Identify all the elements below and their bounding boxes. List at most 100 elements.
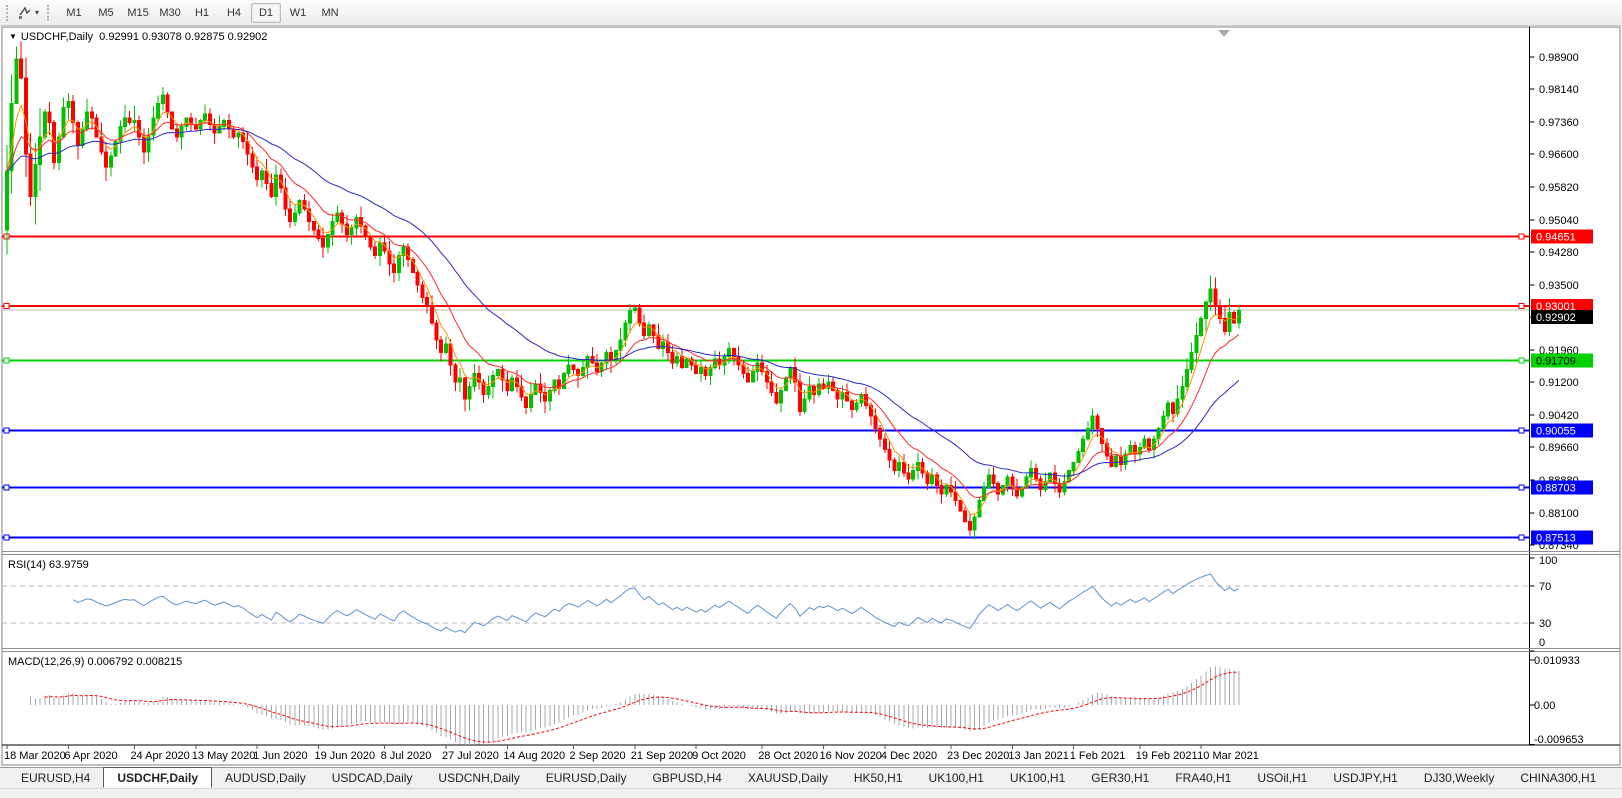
chart-canvas[interactable]: 0.989000.981400.973600.966000.958200.950… [0, 26, 1622, 767]
date-axis-label: 9 Oct 2020 [692, 750, 746, 762]
timeframe-button-m5[interactable]: M5 [91, 3, 121, 23]
timeframe-group: M1M5M15M30H1H4D1W1MN [58, 3, 346, 23]
chart-tab-uk100-h1[interactable]: UK100,H1 [916, 769, 997, 788]
current-price-callout[interactable]: 0.92902 [1531, 310, 1593, 324]
macd-axis-label: 0.00 [1534, 700, 1555, 712]
date-axis-label: 10 Mar 2021 [1197, 750, 1259, 762]
chart-tab-china300-h1[interactable]: CHINA300,H1 [1507, 769, 1609, 788]
candlestick-series [6, 42, 1241, 540]
date-axis-label: 27 Jul 2020 [442, 750, 499, 762]
price-axis-label: 0.94280 [1539, 247, 1579, 259]
chart-shift-marker-icon[interactable] [1218, 30, 1230, 37]
price-high: 0.93078 [142, 31, 182, 43]
horizontal-level-lines [2, 234, 1529, 540]
line-handle[interactable] [4, 535, 9, 540]
chart-tab-usoil-h1[interactable]: USOil,H1 [1244, 769, 1320, 788]
collapse-icon[interactable]: ▼ [9, 32, 17, 41]
date-axis-label: 19 Feb 2021 [1136, 750, 1198, 762]
date-axis-label: 13 Jan 2021 [1008, 750, 1069, 762]
price-axis-label: 0.90420 [1539, 410, 1579, 422]
line-handle[interactable] [4, 428, 9, 433]
svg-text:0.91709: 0.91709 [1536, 356, 1576, 368]
timeframe-button-m15[interactable]: M15 [123, 3, 153, 23]
chart-ohlc-title: ▼USDCHF,Daily 0.92991 0.93078 0.92875 0.… [9, 31, 267, 43]
status-strip [0, 788, 1622, 798]
timeframe-button-m30[interactable]: M30 [155, 3, 185, 23]
svg-text:0.94651: 0.94651 [1536, 231, 1576, 243]
chart-tab-gbpusd-h4[interactable]: GBPUSD,H4 [639, 769, 734, 788]
date-axis-label: 18 Mar 2020 [4, 750, 66, 762]
toolbar: ▾ M1M5M15M30H1H4D1W1MN [0, 0, 1622, 26]
chart-tab-hk50-h1[interactable]: HK50,H1 [841, 769, 916, 788]
rsi-indicator-label: RSI(14) 63.9759 [8, 559, 89, 571]
date-axis-label: 19 Jun 2020 [315, 750, 376, 762]
price-level-callout[interactable]: 0.90055 [1531, 423, 1593, 437]
chart-tab-xauusd-daily[interactable]: XAUUSD,Daily [735, 769, 841, 788]
toolbar-grip[interactable] [6, 5, 11, 21]
ma-slow-line [7, 129, 1239, 476]
price-axis-label: 0.97360 [1539, 117, 1579, 129]
price-close: 0.92902 [228, 31, 268, 43]
date-axis[interactable]: 18 Mar 20206 Apr 202024 Apr 202013 May 2… [4, 745, 1259, 762]
date-axis-label: 4 Dec 2020 [881, 750, 937, 762]
line-handle[interactable] [1519, 304, 1524, 309]
line-handle[interactable] [4, 485, 9, 490]
chart-tab-usdjpy-h1[interactable]: USDJPY,H1 [1320, 769, 1410, 788]
dropdown-arrow-icon[interactable]: ▾ [35, 8, 39, 17]
rsi-axis-label: 30 [1539, 618, 1551, 630]
timeframe-button-m1[interactable]: M1 [59, 3, 89, 23]
price-axis-label: 0.91200 [1539, 377, 1579, 389]
price-level-callout[interactable]: 0.88703 [1531, 480, 1593, 494]
svg-text:0.88703: 0.88703 [1536, 482, 1576, 494]
chart-tab-uk100-h1[interactable]: UK100,H1 [997, 769, 1078, 788]
line-handle[interactable] [1519, 535, 1524, 540]
chart-tab-usoil[interactable]: USOil [1609, 769, 1622, 788]
price-open: 0.92991 [99, 31, 139, 43]
chart-tab-bar: EURUSD,H4USDCHF,DailyAUDUSD,DailyUSDCAD,… [0, 767, 1622, 788]
date-axis-label: 28 Oct 2020 [758, 750, 818, 762]
price-level-callout[interactable]: 0.91709 [1531, 354, 1593, 368]
price-level-callout[interactable]: 0.94651 [1531, 229, 1593, 243]
timeframe-button-w1[interactable]: W1 [283, 3, 313, 23]
timeframe-button-d1[interactable]: D1 [251, 3, 281, 23]
chart-tab-usdcnh-daily[interactable]: USDCNH,Daily [425, 769, 532, 788]
toolbar-grip-2[interactable] [47, 5, 52, 21]
macd-axis-label: 0.010933 [1534, 655, 1580, 667]
price-axis-label: 0.98140 [1539, 84, 1579, 96]
date-axis-label: 24 Apr 2020 [130, 750, 189, 762]
line-handle[interactable] [1519, 428, 1524, 433]
line-handle[interactable] [1519, 485, 1524, 490]
line-handle[interactable] [4, 358, 9, 363]
date-axis-label: 1 Jun 2020 [253, 750, 307, 762]
svg-text:0.90055: 0.90055 [1536, 425, 1576, 437]
chart-tab-audusd-daily[interactable]: AUDUSD,Daily [212, 769, 319, 788]
chart-tab-eurusd-h4[interactable]: EURUSD,H4 [8, 769, 103, 788]
chart-tab-dj30-weekly[interactable]: DJ30,Weekly [1411, 769, 1507, 788]
mt4-terminal-window: { "toolbar": { "timeframes": ["M1","M5",… [0, 0, 1622, 798]
chart-tab-fra40-h1[interactable]: FRA40,H1 [1162, 769, 1244, 788]
date-axis-label: 6 Apr 2020 [64, 750, 117, 762]
line-handle[interactable] [1519, 234, 1524, 239]
chart-tab-eurusd-daily[interactable]: EURUSD,Daily [533, 769, 640, 788]
timeframe-button-h4[interactable]: H4 [219, 3, 249, 23]
price-level-callout[interactable]: 0.87513 [1531, 531, 1593, 545]
date-axis-label: 23 Dec 2020 [947, 750, 1009, 762]
macd-panel: 0.0109330.00-0.009653 [31, 655, 1584, 746]
chart-tab-usdchf-daily[interactable]: USDCHF,Daily [103, 767, 212, 788]
chart-tab-ger30-h1[interactable]: GER30,H1 [1078, 769, 1162, 788]
date-axis-label: 21 Sep 2020 [631, 750, 693, 762]
chart-tab-usdcad-daily[interactable]: USDCAD,Daily [319, 769, 426, 788]
date-axis-label: 1 Feb 2021 [1070, 750, 1126, 762]
rsi-axis-label: 0 [1539, 637, 1545, 649]
price-axis-label: 0.88100 [1539, 508, 1579, 520]
crosshair-tool-icon[interactable] [17, 5, 33, 21]
chart-symbol: USDCHF,Daily [21, 31, 93, 43]
timeframe-button-h1[interactable]: H1 [187, 3, 217, 23]
timeframe-button-mn[interactable]: MN [315, 3, 345, 23]
line-handle[interactable] [1519, 358, 1524, 363]
svg-text:0.92902: 0.92902 [1536, 312, 1576, 324]
line-handle[interactable] [4, 304, 9, 309]
price-axis-label: 0.95820 [1539, 182, 1579, 194]
rsi-axis-label: 70 [1539, 581, 1551, 593]
date-axis-label: 14 Aug 2020 [503, 750, 565, 762]
